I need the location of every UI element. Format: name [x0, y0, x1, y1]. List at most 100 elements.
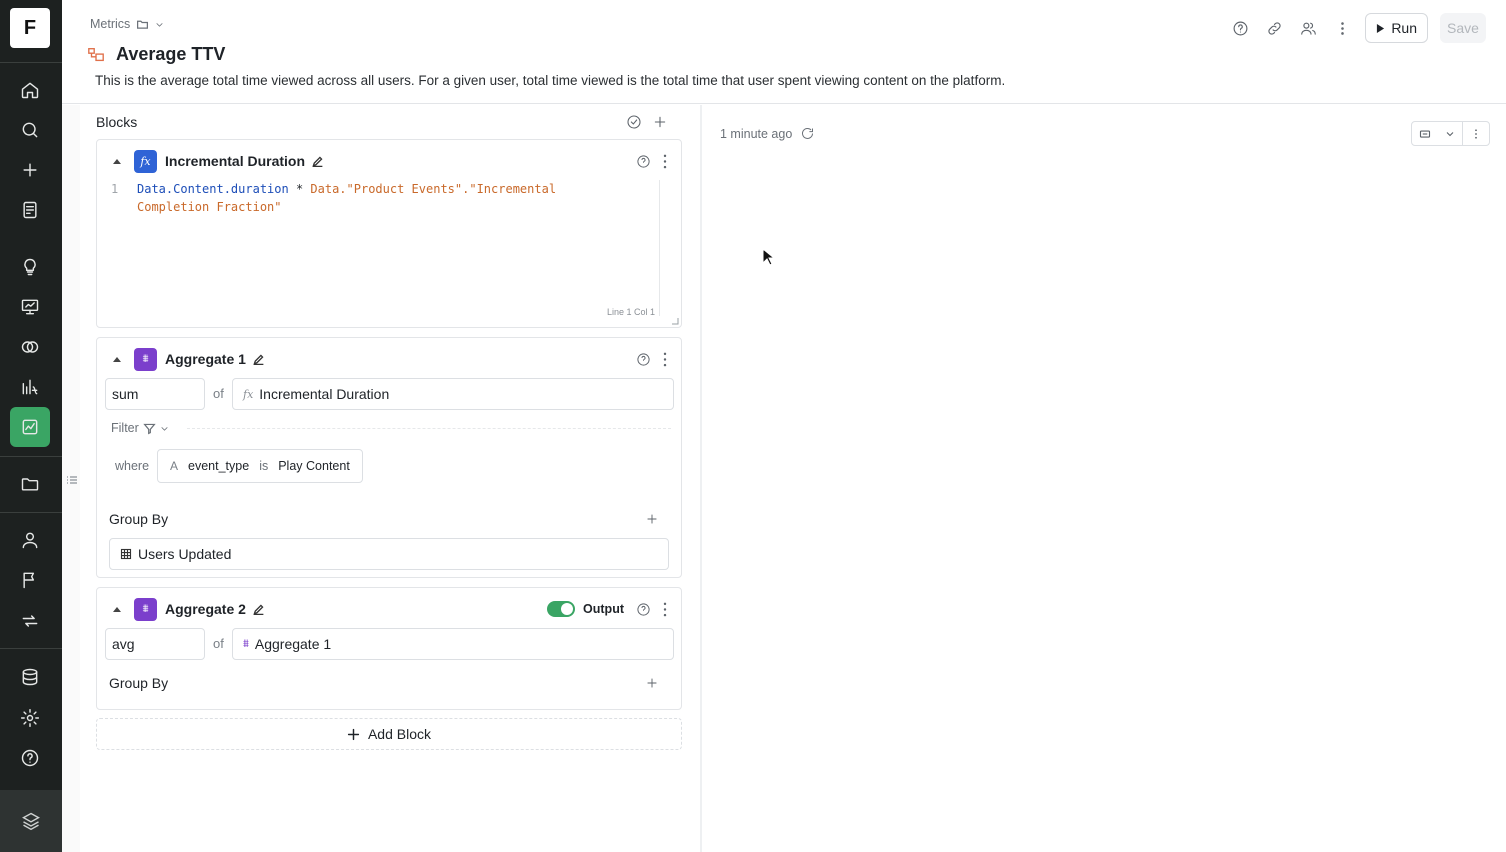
help-circle-icon[interactable] — [636, 352, 651, 367]
folder-icon[interactable] — [136, 18, 149, 31]
settings-icon[interactable] — [12, 700, 48, 736]
output-toggle[interactable] — [547, 601, 576, 617]
help-circle-icon[interactable] — [1229, 17, 1251, 39]
more-vertical-icon[interactable] — [663, 154, 667, 169]
aggregate1-name[interactable]: Aggregate 1 — [165, 351, 265, 367]
formula-block-header: fx Incremental Duration — [97, 148, 681, 174]
where-label: where — [115, 459, 150, 473]
aggregate1-source-select[interactable]: fx Incremental Duration — [232, 378, 674, 410]
refresh-icon[interactable] — [800, 126, 815, 141]
sidebar-divider — [0, 62, 62, 63]
notes-icon[interactable] — [12, 192, 48, 228]
condition-operator: is — [259, 459, 269, 473]
edit-pencil-icon[interactable] — [252, 603, 265, 616]
home-icon[interactable] — [12, 72, 48, 108]
layers-logo-icon[interactable] — [0, 790, 62, 852]
flag-icon[interactable] — [12, 562, 48, 598]
user-icon[interactable] — [12, 522, 48, 558]
add-icon[interactable] — [652, 114, 668, 130]
help-circle-icon[interactable] — [636, 154, 651, 169]
plus-icon — [347, 728, 360, 740]
panel-divider[interactable] — [700, 105, 702, 852]
metric-chart-icon[interactable] — [10, 407, 50, 447]
aggregate2-block: ⩩ Aggregate 2 Output avg of ⩩ Aggregate … — [96, 587, 682, 710]
filter-label: Filter — [111, 421, 139, 435]
collapse-caret-icon[interactable] — [112, 604, 122, 614]
function-icon: fx — [243, 387, 254, 401]
add-group-by-icon[interactable] — [645, 512, 659, 526]
sync-icon[interactable] — [12, 603, 48, 639]
aggregate1-header: ⩩ Aggregate 1 — [97, 346, 681, 372]
of-label: of — [213, 386, 224, 401]
filter-toggle[interactable]: Filter — [111, 421, 169, 435]
breadcrumb[interactable]: Metrics — [90, 17, 164, 31]
view-type-icon[interactable] — [1412, 122, 1438, 145]
editor-scrollbar[interactable] — [659, 180, 660, 316]
last-updated: 1 minute ago — [720, 126, 815, 141]
collapse-caret-icon[interactable] — [112, 156, 122, 166]
code-token-object: Data.Content.duration — [137, 182, 289, 196]
group-by-value: Users Updated — [138, 546, 232, 562]
run-label: Run — [1391, 20, 1417, 36]
save-button[interactable]: Save — [1440, 13, 1486, 43]
aggregate1-function-select[interactable]: sum — [105, 378, 205, 410]
filter-condition[interactable]: A event_type is Play Content — [157, 449, 363, 483]
group-by-label: Group By — [109, 675, 169, 691]
more-vertical-icon[interactable] — [1331, 17, 1353, 39]
list-toggle-icon[interactable] — [66, 474, 78, 486]
aggregate2-source-select[interactable]: ⩩ Aggregate 1 — [232, 628, 674, 660]
add-block-label: Add Block — [367, 726, 432, 742]
more-vertical-icon[interactable] — [1462, 122, 1489, 145]
formula-chart-icon[interactable] — [12, 369, 48, 405]
search-icon[interactable] — [12, 112, 48, 148]
help-circle-icon[interactable] — [636, 602, 651, 617]
breadcrumb-metrics[interactable]: Metrics — [90, 17, 130, 31]
aggregate1-function-value: sum — [112, 386, 139, 402]
database-icon[interactable] — [12, 659, 48, 695]
metric-type-icon — [86, 45, 106, 65]
function-icon: fx — [134, 149, 157, 173]
sidebar: F — [0, 0, 62, 852]
formula-code[interactable]: Data.Content.duration * Data."Product Ev… — [137, 180, 587, 216]
aggregate2-header: ⩩ Aggregate 2 Output — [97, 596, 681, 622]
page-title[interactable]: Average TTV — [116, 44, 225, 65]
resize-handle-icon[interactable] — [671, 317, 679, 325]
aggregate2-function-select[interactable]: avg — [105, 628, 205, 660]
sidebar-divider — [0, 512, 62, 513]
aggregate2-name[interactable]: Aggregate 2 — [165, 601, 265, 617]
lightbulb-icon[interactable] — [12, 249, 48, 285]
formula-block-name[interactable]: Incremental Duration — [165, 153, 324, 169]
presentation-icon[interactable] — [12, 289, 48, 325]
chevron-down-icon[interactable] — [1438, 122, 1462, 145]
filter-icon — [143, 423, 156, 434]
add-group-by-icon[interactable] — [645, 676, 659, 690]
check-circle-icon[interactable] — [626, 114, 642, 130]
run-button[interactable]: Run — [1365, 13, 1428, 43]
group-by-chip[interactable]: Users Updated — [109, 538, 669, 570]
chevron-down-icon[interactable] — [155, 20, 164, 29]
table-icon — [120, 548, 132, 560]
line-number: 1 — [111, 182, 119, 196]
edit-pencil-icon[interactable] — [252, 353, 265, 366]
aggregate2-title: Aggregate 2 — [165, 601, 246, 617]
link-icon[interactable] — [1263, 17, 1285, 39]
header-actions: Run Save — [1229, 13, 1486, 43]
users-icon[interactable] — [1297, 17, 1319, 39]
folder-icon[interactable] — [12, 466, 48, 502]
edit-pencil-icon[interactable] — [311, 155, 324, 168]
more-vertical-icon[interactable] — [663, 602, 667, 617]
more-vertical-icon[interactable] — [663, 352, 667, 367]
help-icon[interactable] — [12, 740, 48, 776]
aggregate2-actions: Output — [547, 601, 667, 617]
page-description[interactable]: This is the average total time viewed ac… — [95, 73, 1005, 88]
page-header: Metrics Average TTV This is the average … — [62, 0, 1506, 104]
text-type-icon: A — [170, 459, 179, 473]
mouse-cursor-icon — [762, 248, 774, 266]
overlap-circles-icon[interactable] — [12, 329, 48, 365]
collapse-caret-icon[interactable] — [112, 354, 122, 364]
app-logo[interactable]: F — [10, 8, 50, 48]
title-row: Average TTV — [86, 44, 225, 65]
output-label: Output — [583, 602, 624, 616]
add-block-button[interactable]: Add Block — [96, 718, 682, 750]
plus-icon[interactable] — [12, 152, 48, 188]
